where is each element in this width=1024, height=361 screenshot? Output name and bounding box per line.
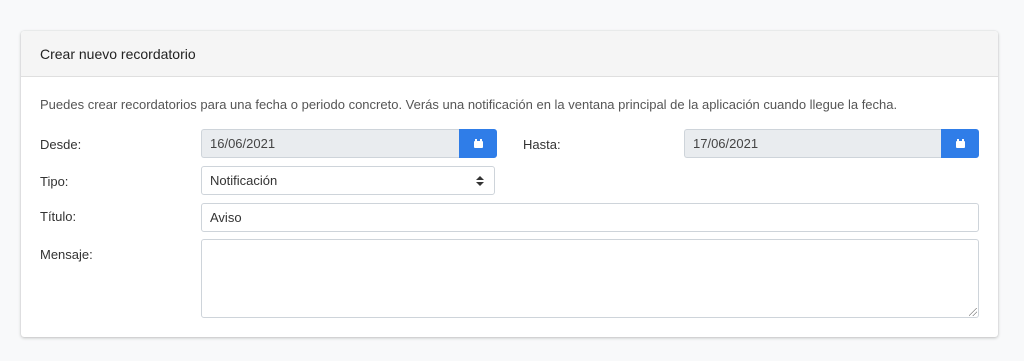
resize-handle-icon[interactable] xyxy=(969,308,977,316)
hasta-date-group: 17/06/2021 xyxy=(684,129,979,158)
desde-date-input[interactable]: 16/06/2021 xyxy=(201,129,459,158)
desde-calendar-button[interactable] xyxy=(459,129,497,158)
select-arrows-icon xyxy=(476,175,484,186)
tipo-select[interactable]: Notificación xyxy=(201,166,495,195)
hasta-date-input[interactable]: 17/06/2021 xyxy=(684,129,941,158)
hasta-label: Hasta: xyxy=(523,137,561,152)
card-header: Crear nuevo recordatorio xyxy=(21,31,998,77)
tipo-label: Tipo: xyxy=(40,174,69,189)
mensaje-textarea[interactable] xyxy=(201,239,979,318)
desde-label: Desde: xyxy=(40,137,82,152)
reminder-card: Crear nuevo recordatorio Puedes crear re… xyxy=(21,31,998,337)
description-text: Puedes crear recordatorios para una fech… xyxy=(40,97,898,112)
titulo-label: Título: xyxy=(40,209,77,224)
card-title: Crear nuevo recordatorio xyxy=(40,45,196,62)
tipo-selected-value: Notificación xyxy=(210,173,278,188)
hasta-calendar-button[interactable] xyxy=(941,129,979,158)
card-body: Puedes crear recordatorios para una fech… xyxy=(21,77,998,336)
mensaje-label: Mensaje: xyxy=(40,247,93,262)
calendar-icon xyxy=(473,139,483,148)
calendar-icon xyxy=(955,139,965,148)
desde-date-group: 16/06/2021 xyxy=(201,129,497,158)
titulo-input[interactable]: Aviso xyxy=(201,203,979,232)
